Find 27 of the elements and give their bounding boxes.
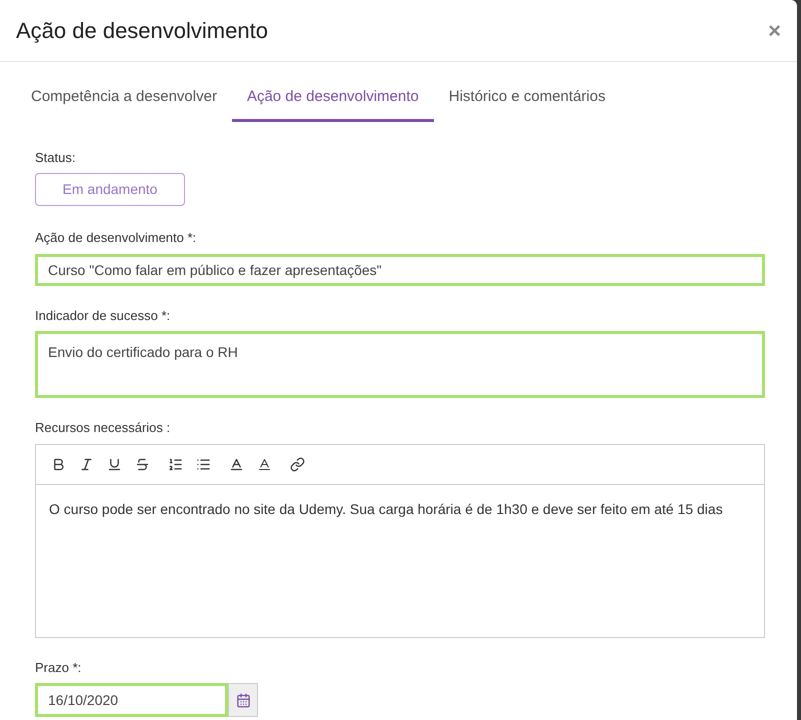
calendar-button[interactable] xyxy=(228,683,258,717)
tab[interactable]: Histórico e comentários xyxy=(434,86,620,122)
link-icon[interactable] xyxy=(290,456,305,472)
field-label: Prazo *: xyxy=(35,658,82,676)
italic-icon[interactable] xyxy=(79,456,94,472)
tab[interactable]: Competência a desenvolver xyxy=(16,86,232,122)
field-label: Status: xyxy=(35,148,76,166)
field-label: Indicador de sucesso *: xyxy=(35,306,170,324)
strikethrough-icon[interactable] xyxy=(135,456,150,472)
dialog-title: Ação de desenvolvimento xyxy=(16,17,268,45)
text-area[interactable]: Envio do certificado para o RH xyxy=(35,331,765,398)
rich-text-editor[interactable]: O curso pode ser encontrado no site da Udemy. Sua carga horária é de 1h30 e deve ser feito em até 15 dias xyxy=(35,444,765,638)
field-label: Recursos necessários : xyxy=(35,419,170,437)
status-button[interactable]: Em andamento xyxy=(35,173,185,206)
close-button[interactable]: × xyxy=(768,20,781,42)
highlight-color-icon[interactable] xyxy=(257,456,272,472)
tab[interactable]: Ação de desenvolvimento xyxy=(232,86,434,122)
field-label: Ação de desenvolvimento *: xyxy=(35,229,196,247)
calendar-icon xyxy=(236,692,250,708)
bullet-list-icon[interactable] xyxy=(196,456,211,472)
date-field[interactable]: 16/10/2020 xyxy=(35,683,228,717)
bold-icon[interactable] xyxy=(51,456,66,472)
editor-text: O curso pode ser encontrado no site da Udemy. Sua carga horária é de 1h30 e deve ser feito em até 15 dias xyxy=(48,500,724,518)
input-field[interactable]: Curso "Como falar em público e fazer apresentações" xyxy=(35,254,765,286)
text-color-icon[interactable] xyxy=(229,456,244,472)
underline-icon[interactable] xyxy=(107,456,122,472)
numbered-list-icon[interactable] xyxy=(168,456,183,472)
